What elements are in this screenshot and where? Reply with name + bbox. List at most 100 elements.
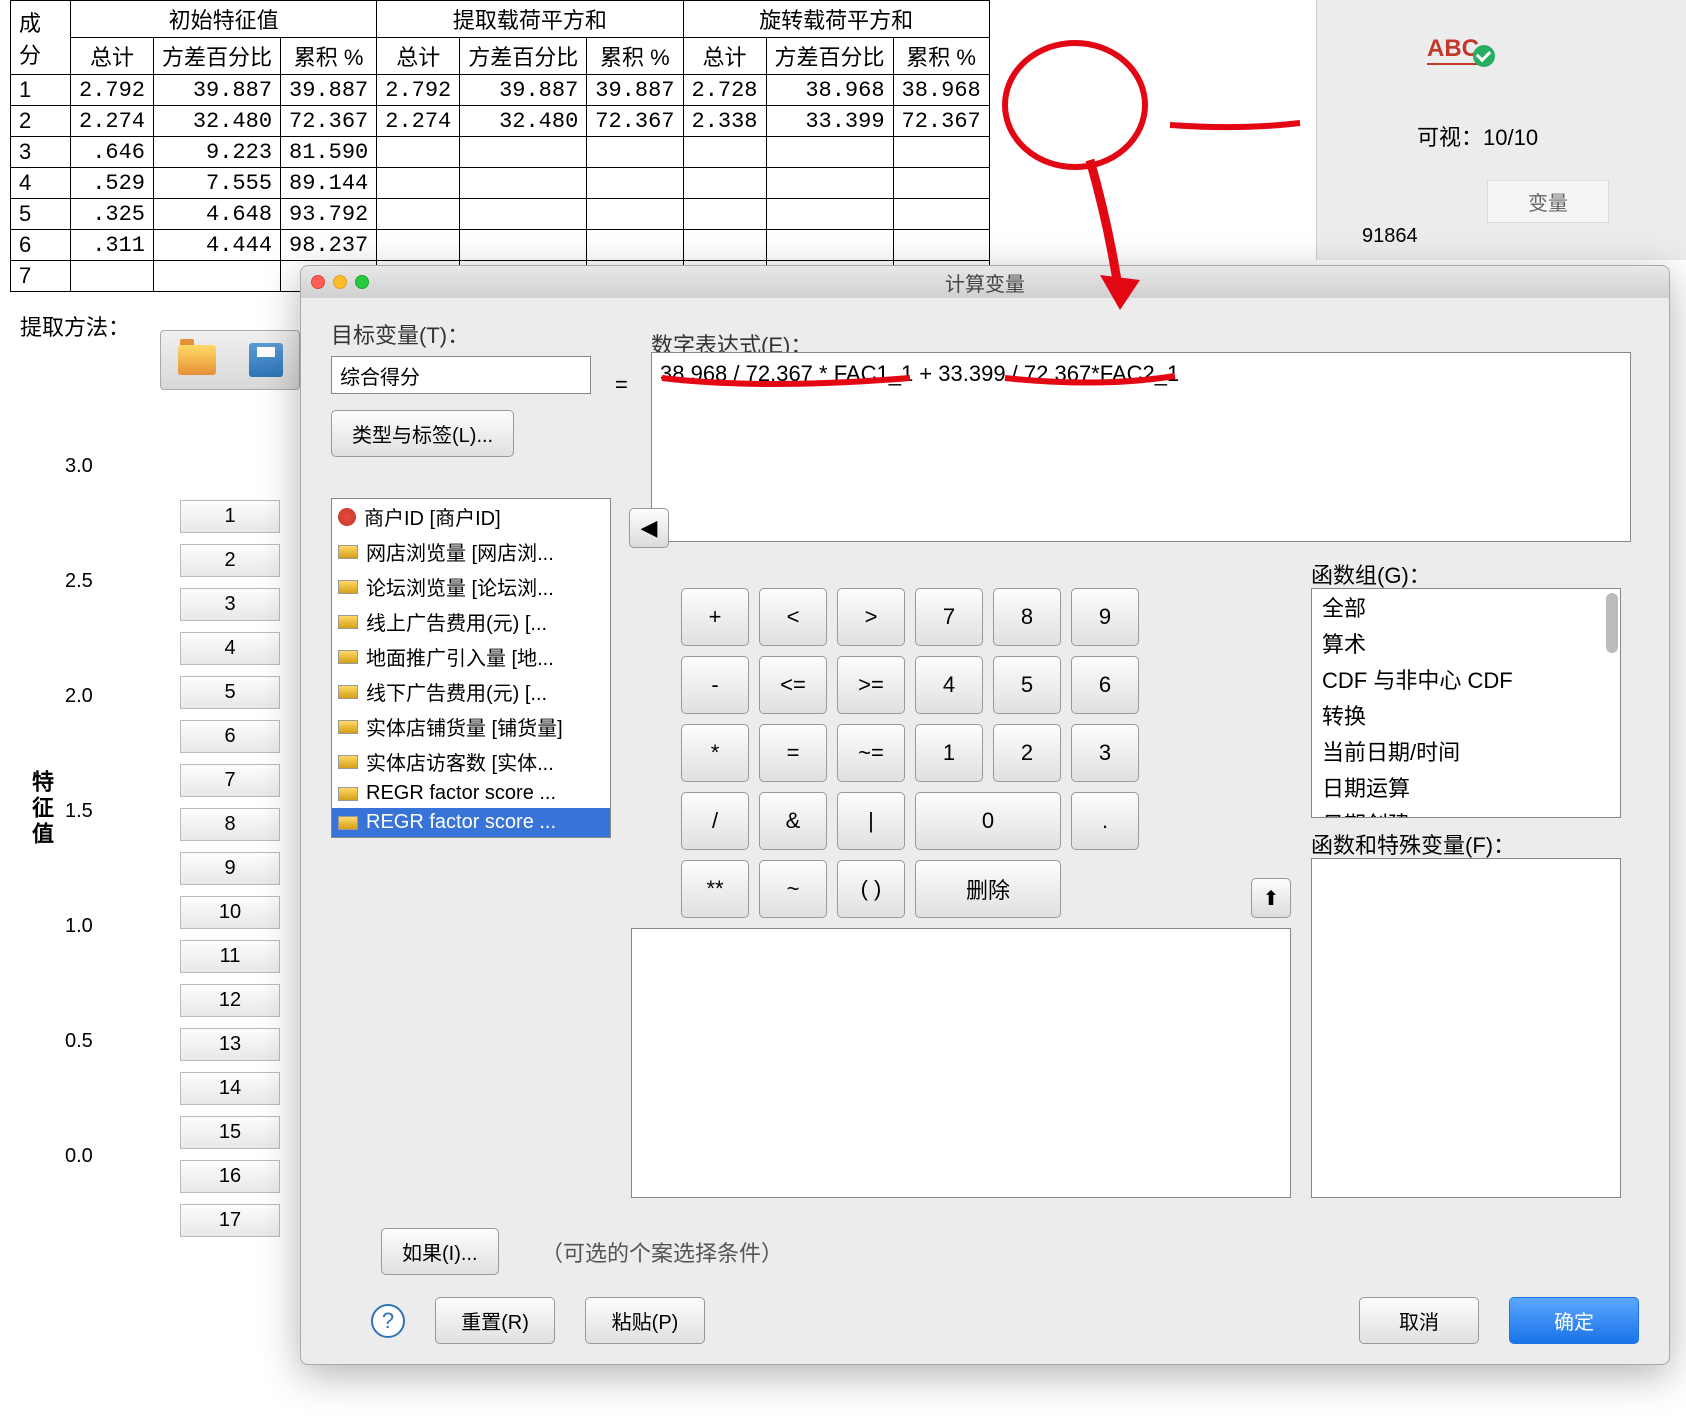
keypad-key[interactable]: 8	[993, 588, 1061, 646]
scrollbar-thumb[interactable]	[1606, 593, 1618, 653]
type-label-button[interactable]: 类型与标签(L)...	[331, 410, 514, 457]
variable-item[interactable]: 实体店铺货量 [铺货量]	[332, 709, 610, 744]
value-cell: .325	[71, 199, 154, 230]
ok-button[interactable]: 确定	[1509, 1297, 1639, 1344]
component-cell: 4	[11, 168, 71, 199]
value-cell: 39.887	[587, 75, 683, 106]
row-header[interactable]: 16	[180, 1160, 280, 1193]
variable-item[interactable]: 线上广告费用(元) [...	[332, 604, 610, 639]
keypad-key[interactable]: ( )	[837, 860, 905, 918]
target-var-label: 目标变量(T)：	[331, 318, 1639, 350]
sub-header: 累积 %	[893, 38, 989, 75]
variable-item[interactable]: REGR factor score ...	[332, 808, 610, 837]
keypad-key[interactable]: |	[837, 792, 905, 850]
keypad-key[interactable]: 0	[915, 792, 1061, 850]
keypad-key[interactable]: ~=	[837, 724, 905, 782]
function-special-list[interactable]	[1311, 858, 1621, 1198]
value-cell	[766, 199, 893, 230]
keypad-key[interactable]: ~	[759, 860, 827, 918]
function-group-item[interactable]: 算术	[1312, 625, 1620, 661]
row-header[interactable]: 9	[180, 852, 280, 885]
save-icon[interactable]	[249, 343, 283, 377]
function-group-item[interactable]: 日期创建	[1312, 805, 1620, 818]
keypad-key[interactable]: <	[759, 588, 827, 646]
function-group-item[interactable]: 日期运算	[1312, 769, 1620, 805]
function-group-item[interactable]: 当前日期/时间	[1312, 733, 1620, 769]
keypad-key[interactable]: 3	[1071, 724, 1139, 782]
open-icon[interactable]	[178, 345, 216, 375]
function-group-list[interactable]: 全部算术CDF 与非中心 CDF转换当前日期/时间日期运算日期创建	[1311, 588, 1621, 818]
keypad-key[interactable]: 删除	[915, 860, 1061, 918]
variable-item[interactable]: 网店浏览量 [网店浏...	[332, 534, 610, 569]
help-button[interactable]: ?	[371, 1304, 405, 1338]
dialog-titlebar[interactable]: 计算变量	[301, 266, 1669, 298]
keypad-key[interactable]: /	[681, 792, 749, 850]
row-header[interactable]: 17	[180, 1204, 280, 1237]
value-cell: 32.480	[154, 106, 281, 137]
function-group-item[interactable]: CDF 与非中心 CDF	[1312, 661, 1620, 697]
zoom-icon[interactable]	[355, 275, 369, 289]
row-header[interactable]: 12	[180, 984, 280, 1017]
keypad-key[interactable]: >	[837, 588, 905, 646]
variable-label: 商户ID [商户ID]	[364, 502, 501, 531]
move-arrow-button[interactable]: ◀	[629, 508, 669, 548]
row-header[interactable]: 5	[180, 676, 280, 709]
keypad-key[interactable]: -	[681, 656, 749, 714]
value-cell: 93.792	[281, 199, 377, 230]
component-cell: 5	[11, 199, 71, 230]
extract-method-label: 提取方法：	[20, 310, 130, 342]
cancel-button[interactable]: 取消	[1359, 1297, 1479, 1344]
spellcheck-icon[interactable]: ABC	[1427, 35, 1479, 65]
expression-input[interactable]: 38.968 / 72.367 * FAC1_1 + 33.399 / 72.3…	[651, 352, 1631, 542]
keypad-key[interactable]: +	[681, 588, 749, 646]
if-button[interactable]: 如果(I)...	[381, 1228, 499, 1275]
keypad-key[interactable]: <=	[759, 656, 827, 714]
insert-function-button[interactable]: ⬆	[1251, 878, 1291, 918]
component-cell: 3	[11, 137, 71, 168]
row-header[interactable]: 14	[180, 1072, 280, 1105]
target-var-input[interactable]	[331, 356, 591, 394]
keypad-key[interactable]: >=	[837, 656, 905, 714]
row-header[interactable]: 4	[180, 632, 280, 665]
variable-item[interactable]: REGR factor score ...	[332, 779, 610, 808]
y-tick: 1.5	[65, 800, 93, 823]
keypad-key[interactable]: *	[681, 724, 749, 782]
equals-sign: =	[615, 372, 628, 398]
row-header[interactable]: 15	[180, 1116, 280, 1149]
variable-item[interactable]: 线下广告费用(元) [...	[332, 674, 610, 709]
variable-list[interactable]: 商户ID [商户ID] 网店浏览量 [网店浏...论坛浏览量 [论坛浏...线上广…	[331, 498, 611, 838]
paste-button[interactable]: 粘贴(P)	[585, 1297, 705, 1344]
row-header[interactable]: 6	[180, 720, 280, 753]
keypad-key[interactable]: 5	[993, 656, 1061, 714]
row-header[interactable]: 10	[180, 896, 280, 929]
row-header[interactable]: 7	[180, 764, 280, 797]
keypad-key[interactable]: 2	[993, 724, 1061, 782]
keypad-key[interactable]: =	[759, 724, 827, 782]
keypad-key[interactable]: &	[759, 792, 827, 850]
keypad-key[interactable]: **	[681, 860, 749, 918]
variable-item[interactable]: 商户ID [商户ID]	[332, 499, 610, 534]
keypad-key[interactable]: 9	[1071, 588, 1139, 646]
y-tick: 0.0	[65, 1145, 93, 1168]
keypad-key[interactable]: 4	[915, 656, 983, 714]
keypad-key[interactable]: 7	[915, 588, 983, 646]
row-header[interactable]: 2	[180, 544, 280, 577]
row-header[interactable]: 8	[180, 808, 280, 841]
row-header[interactable]: 11	[180, 940, 280, 973]
variable-item[interactable]: 实体店访客数 [实体...	[332, 744, 610, 779]
table-row: 3.6469.22381.590	[11, 137, 990, 168]
value-cell	[460, 230, 587, 261]
keypad-key[interactable]: .	[1071, 792, 1139, 850]
keypad-key[interactable]: 1	[915, 724, 983, 782]
row-header[interactable]: 13	[180, 1028, 280, 1061]
keypad-key[interactable]: 6	[1071, 656, 1139, 714]
close-icon[interactable]	[311, 275, 325, 289]
variable-item[interactable]: 论坛浏览量 [论坛浏...	[332, 569, 610, 604]
variable-item[interactable]: 地面推广引入量 [地...	[332, 639, 610, 674]
row-header[interactable]: 1	[180, 500, 280, 533]
function-group-item[interactable]: 全部	[1312, 589, 1620, 625]
reset-button[interactable]: 重置(R)	[435, 1297, 555, 1344]
minimize-icon[interactable]	[333, 275, 347, 289]
function-group-item[interactable]: 转换	[1312, 697, 1620, 733]
row-header[interactable]: 3	[180, 588, 280, 621]
